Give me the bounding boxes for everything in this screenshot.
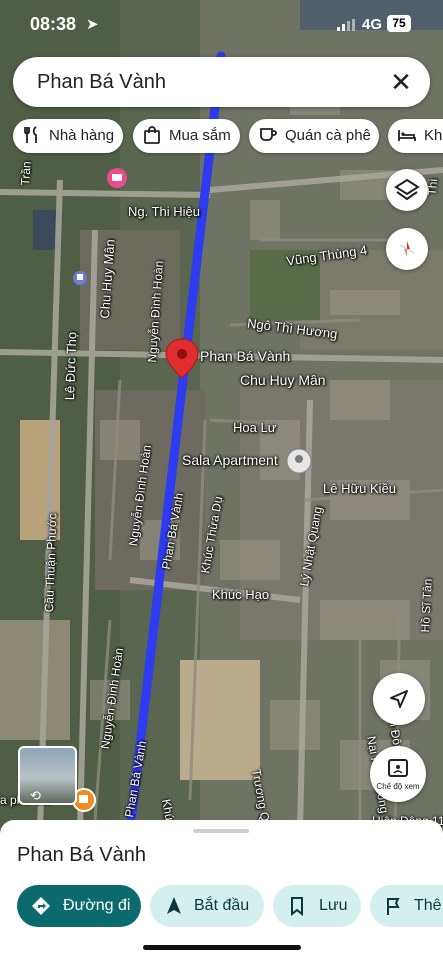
shopping-bag-icon bbox=[144, 126, 160, 144]
map-label-selected-street: Phan Bá Vành bbox=[200, 348, 291, 364]
chip-restaurants[interactable]: Nhà hàng bbox=[13, 119, 123, 153]
map-label-street: Hoa Lư bbox=[233, 420, 277, 435]
chip-label: Nhà hàng bbox=[49, 127, 115, 144]
status-bar: 08:38 ➤ 4G 75 bbox=[0, 0, 443, 48]
hotel-pin-icon bbox=[107, 168, 127, 188]
bus-stop-icon bbox=[73, 271, 87, 285]
map-label-street: Lê Đức Thọ bbox=[62, 331, 80, 401]
my-location-button[interactable] bbox=[373, 673, 425, 725]
save-button[interactable]: Lưu bbox=[273, 885, 361, 927]
chip-label: Quán cà phê bbox=[285, 127, 371, 144]
start-button[interactable]: Bắt đầu bbox=[150, 885, 264, 927]
signal-icon bbox=[337, 18, 355, 36]
save-label: Lưu bbox=[319, 897, 348, 914]
chip-cafes[interactable]: Quán cà phê bbox=[249, 119, 379, 153]
chip-shopping[interactable]: Mua sắm bbox=[133, 119, 240, 153]
add-label-label: Thê bbox=[414, 897, 442, 914]
map-label-street: Khúc Hạo bbox=[212, 587, 270, 602]
navigation-arrow-icon bbox=[167, 897, 181, 914]
navigation-arrow-icon bbox=[390, 690, 408, 708]
flag-icon bbox=[387, 898, 400, 915]
sheet-drag-handle[interactable] bbox=[193, 829, 249, 833]
place-title: Phan Bá Vành bbox=[17, 844, 146, 866]
compass-icon bbox=[399, 241, 415, 257]
search-query[interactable]: Phan Bá Vành bbox=[37, 71, 166, 94]
map-label-street: Hồ Sĩ Tân bbox=[418, 578, 435, 633]
map-label-street: Chu Huy Mân bbox=[240, 372, 326, 388]
map-label-street: Trần bbox=[18, 160, 34, 186]
chip-label: Khá bbox=[424, 127, 443, 144]
place-bottom-sheet[interactable]: Phan Bá Vành Đường đi Bắt đầu Lưu Thê bbox=[0, 820, 443, 959]
directions-icon bbox=[32, 897, 50, 915]
chip-hotels[interactable]: Khá bbox=[388, 119, 443, 153]
hotel-icon bbox=[398, 130, 416, 141]
coffee-icon bbox=[260, 128, 277, 141]
map-label-street: Ng. Thi Hiệu bbox=[128, 204, 201, 219]
directions-button[interactable]: Đường đi bbox=[17, 885, 141, 927]
search-bar[interactable]: Phan Bá Vành ✕ bbox=[13, 57, 430, 107]
street-view-mode-button[interactable]: Chế độ xem bbox=[370, 746, 426, 802]
compass-button[interactable] bbox=[386, 228, 428, 270]
location-arrow-icon: ➤ bbox=[86, 16, 99, 33]
apartment-marker-icon bbox=[286, 448, 312, 474]
layers-button[interactable] bbox=[386, 169, 428, 211]
restaurant-icon bbox=[24, 126, 37, 143]
start-label: Bắt đầu bbox=[194, 897, 250, 914]
home-indicator bbox=[143, 945, 301, 950]
battery-icon: 75 bbox=[387, 15, 411, 32]
street-view-icon bbox=[388, 759, 408, 777]
network-type: 4G bbox=[362, 16, 383, 33]
rotate-360-icon: ⟲ bbox=[30, 788, 41, 803]
map-label-place[interactable]: Sala Apartment bbox=[182, 452, 278, 468]
street-view-label: Chế độ xem bbox=[376, 782, 420, 791]
close-icon[interactable]: ✕ bbox=[386, 67, 416, 97]
layers-icon bbox=[394, 178, 420, 201]
chip-label: Mua sắm bbox=[169, 127, 231, 144]
map-label-street: Lê Hữu Kiều bbox=[323, 481, 397, 496]
add-label-button[interactable]: Thê bbox=[370, 885, 443, 927]
bookmark-icon bbox=[291, 897, 303, 916]
directions-label: Đường đi bbox=[63, 897, 131, 914]
status-time: 08:38 bbox=[30, 14, 77, 34]
street-view-thumbnail[interactable]: ⟲ bbox=[18, 746, 77, 805]
